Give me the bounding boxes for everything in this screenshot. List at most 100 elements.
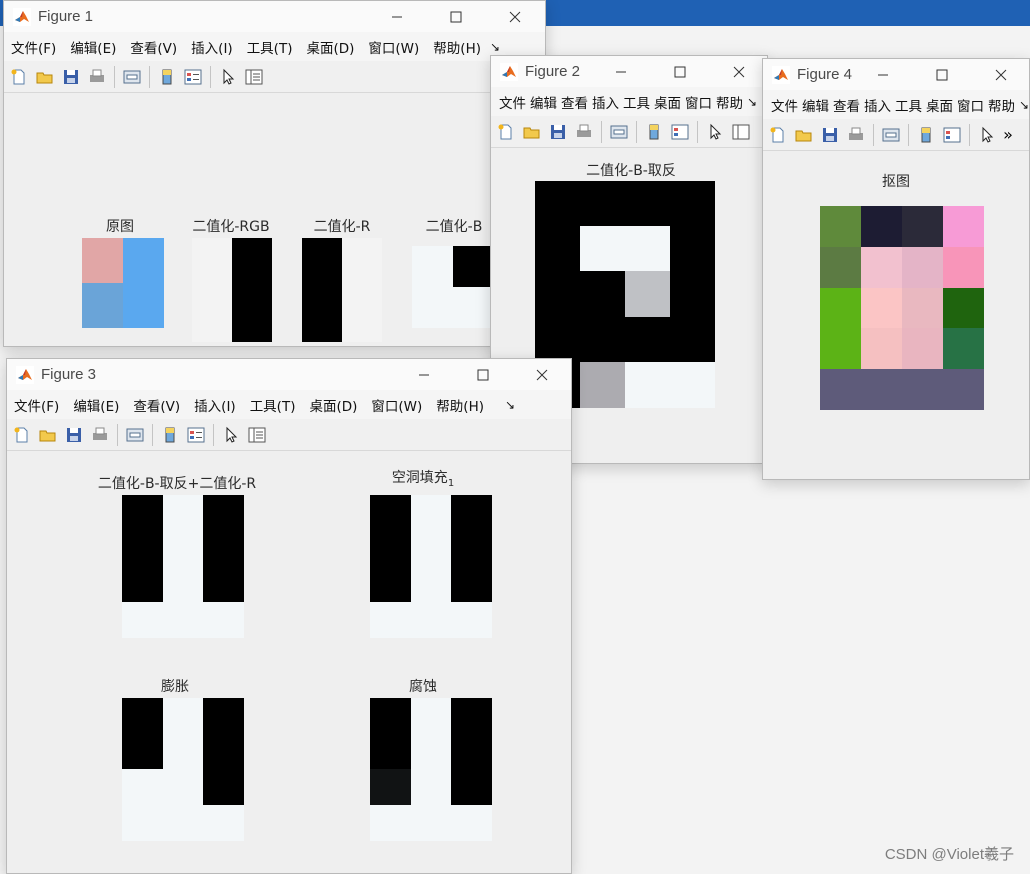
legend-button[interactable]	[182, 66, 204, 88]
property-inspector-icon	[732, 124, 750, 139]
print-button[interactable]	[573, 121, 595, 143]
print-button[interactable]	[89, 424, 111, 446]
menu-insert[interactable]: 插入	[590, 92, 621, 112]
edit-plot-button[interactable]	[976, 124, 998, 146]
menu-tools[interactable]: 工具	[621, 92, 652, 112]
colorbar-button[interactable]	[643, 121, 665, 143]
print-button[interactable]	[845, 124, 867, 146]
menu-edit[interactable]: 编辑	[528, 92, 559, 112]
image-original	[82, 238, 164, 328]
menu-file[interactable]: 文件(F)	[4, 37, 63, 57]
image-pixel	[625, 271, 670, 318]
menu-edit[interactable]: 编辑(E)	[63, 37, 123, 57]
title-bar[interactable]: Figure 1	[4, 1, 545, 32]
menu-help[interactable]: 帮助	[714, 92, 745, 112]
menu-insert[interactable]: 插入(I)	[184, 37, 240, 57]
maximize-button[interactable]	[433, 1, 479, 32]
edit-plot-button[interactable]	[217, 66, 239, 88]
colorbar-button[interactable]	[156, 66, 178, 88]
image-pixel	[410, 804, 452, 841]
new-figure-button[interactable]	[767, 124, 789, 146]
maximize-button[interactable]	[657, 56, 703, 87]
menu-window[interactable]: 窗口(W)	[364, 395, 429, 415]
open-file-button[interactable]	[793, 124, 815, 146]
menu-window[interactable]: 窗口	[955, 95, 986, 115]
image-pixel	[861, 328, 902, 370]
title-bar[interactable]: Figure 4	[763, 59, 1029, 90]
close-button[interactable]	[519, 359, 565, 390]
minimize-button[interactable]	[401, 359, 447, 390]
property-inspector-button[interactable]	[730, 121, 752, 143]
menu-edit[interactable]: 编辑	[800, 95, 831, 115]
menu-overflow-button[interactable]: ↘	[1017, 98, 1029, 112]
menu-file[interactable]: 文件	[491, 92, 528, 112]
menu-tools[interactable]: 工具	[893, 95, 924, 115]
edit-plot-button[interactable]	[220, 424, 242, 446]
minimize-button[interactable]	[374, 1, 420, 32]
new-figure-button[interactable]	[8, 66, 30, 88]
open-file-button[interactable]	[521, 121, 543, 143]
open-file-button[interactable]	[34, 66, 56, 88]
new-figure-button[interactable]	[495, 121, 517, 143]
menu-tools[interactable]: 工具(T)	[243, 395, 303, 415]
menu-desktop[interactable]: 桌面	[652, 92, 683, 112]
menu-view[interactable]: 查看(V)	[126, 395, 187, 415]
maximize-icon	[450, 11, 462, 22]
menu-desktop[interactable]: 桌面	[924, 95, 955, 115]
link-plot-button[interactable]	[880, 124, 902, 146]
menu-help[interactable]: 帮助	[986, 95, 1017, 115]
save-button[interactable]	[63, 424, 85, 446]
menu-file[interactable]: 文件	[763, 95, 800, 115]
menu-edit[interactable]: 编辑(E)	[66, 395, 126, 415]
maximize-button[interactable]	[460, 359, 506, 390]
close-button[interactable]	[978, 59, 1024, 90]
colorbar-button[interactable]	[159, 424, 181, 446]
menu-overflow-button[interactable]: ↘	[491, 398, 517, 412]
edit-plot-button[interactable]	[704, 121, 726, 143]
menu-desktop[interactable]: 桌面(D)	[299, 37, 361, 57]
title-bar[interactable]: Figure 2	[491, 56, 767, 87]
close-button[interactable]	[492, 1, 538, 32]
open-file-button[interactable]	[37, 424, 59, 446]
menu-window[interactable]: 窗口(W)	[361, 37, 426, 57]
close-button[interactable]	[716, 56, 762, 87]
maximize-button[interactable]	[919, 59, 965, 90]
image-pixel	[192, 238, 232, 290]
figure-3-window[interactable]: Figure 3 文件(F) 编辑(E) 查看(V) 插入(I) 工具(T) 桌…	[6, 358, 572, 874]
print-button[interactable]	[86, 66, 108, 88]
close-icon	[995, 69, 1007, 80]
menu-view[interactable]: 查看(V)	[123, 37, 184, 57]
minimize-button[interactable]	[860, 59, 906, 90]
save-button[interactable]	[60, 66, 82, 88]
legend-button[interactable]	[669, 121, 691, 143]
image-pixel	[370, 698, 411, 734]
link-plot-button[interactable]	[608, 121, 630, 143]
colorbar-button[interactable]	[915, 124, 937, 146]
legend-button[interactable]	[185, 424, 207, 446]
menu-file[interactable]: 文件(F)	[7, 395, 66, 415]
menu-help[interactable]: 帮助(H)	[429, 395, 491, 415]
save-button[interactable]	[819, 124, 841, 146]
menu-window[interactable]: 窗口	[683, 92, 714, 112]
figure-4-window[interactable]: Figure 4 文件 编辑 查看 插入 工具 桌面 窗口 帮助 ↘ » 抠图	[762, 58, 1030, 480]
minimize-button[interactable]	[598, 56, 644, 87]
new-figure-button[interactable]	[11, 424, 33, 446]
menu-desktop[interactable]: 桌面(D)	[302, 395, 364, 415]
legend-button[interactable]	[941, 124, 963, 146]
link-plot-button[interactable]	[124, 424, 146, 446]
menu-insert[interactable]: 插入(I)	[187, 395, 243, 415]
property-inspector-button[interactable]	[243, 66, 265, 88]
figure-1-window[interactable]: Figure 1 文件(F) 编辑(E) 查看(V) 插入(I) 工具(T) 桌…	[3, 0, 546, 347]
menu-overflow-button[interactable]: ↘	[745, 95, 759, 109]
property-inspector-button[interactable]	[246, 424, 268, 446]
menu-view[interactable]: 查看	[559, 92, 590, 112]
toolbar-overflow-button[interactable]: »	[1002, 124, 1014, 146]
menu-tools[interactable]: 工具(T)	[240, 37, 300, 57]
title-bar[interactable]: Figure 3	[7, 359, 571, 390]
menu-help[interactable]: 帮助(H)	[426, 37, 488, 57]
link-plot-button[interactable]	[121, 66, 143, 88]
menu-overflow-button[interactable]: ↘	[488, 40, 502, 54]
save-button[interactable]	[547, 121, 569, 143]
menu-insert[interactable]: 插入	[862, 95, 893, 115]
menu-view[interactable]: 查看	[831, 95, 862, 115]
